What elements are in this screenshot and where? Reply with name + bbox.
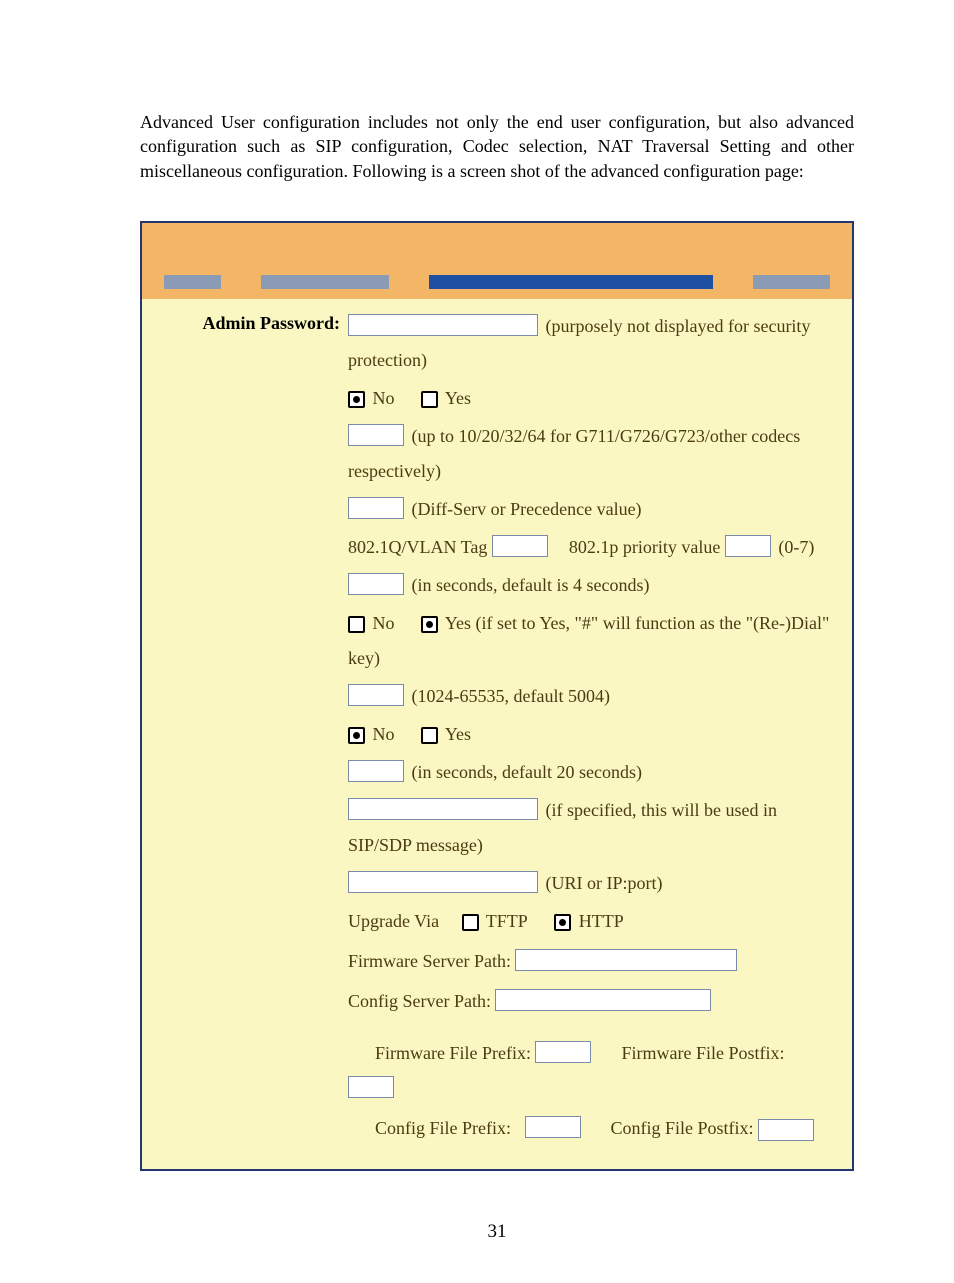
pound-no-label: No xyxy=(373,613,395,633)
tab-item-active[interactable] xyxy=(429,275,714,289)
radio-yes[interactable] xyxy=(421,391,438,408)
form-body: Admin Password: (purposely not displayed… xyxy=(142,299,852,1169)
upgrade-via-label: Upgrade Via xyxy=(348,911,439,931)
radio-yes-label: Yes xyxy=(445,388,471,408)
sip-sdp-input[interactable] xyxy=(348,798,538,820)
fw-server-label: Firmware Server Path: xyxy=(348,951,511,971)
tab-strip xyxy=(142,275,852,299)
radio-no[interactable] xyxy=(348,391,365,408)
cfg-postfix-input[interactable] xyxy=(758,1119,814,1141)
radio2-no[interactable] xyxy=(348,727,365,744)
radio-no-label: No xyxy=(373,388,395,408)
pound-radio-no[interactable] xyxy=(348,616,365,633)
vlan-tag-label: 802.1Q/VLAN Tag xyxy=(348,537,487,557)
tab-item[interactable] xyxy=(164,275,221,289)
diffserv-input[interactable] xyxy=(348,497,404,519)
intro-paragraph: Advanced User configuration includes not… xyxy=(140,110,854,183)
fw-postfix-input[interactable] xyxy=(348,1076,394,1098)
cfg-prefix-label: Config File Prefix: xyxy=(375,1118,511,1138)
cfg-server-input[interactable] xyxy=(495,989,711,1011)
vlan-priority-input[interactable] xyxy=(725,535,771,557)
upgrade-radio-tftp[interactable] xyxy=(462,914,479,931)
seconds20-input[interactable] xyxy=(348,760,404,782)
cfg-prefix-input[interactable] xyxy=(525,1116,581,1138)
fw-prefix-input[interactable] xyxy=(535,1041,591,1063)
vlan-tag-input[interactable] xyxy=(492,535,548,557)
rtp-port-input[interactable] xyxy=(348,684,404,706)
config-form-frame: Admin Password: (purposely not displayed… xyxy=(140,221,854,1171)
upgrade-radio-http[interactable] xyxy=(554,914,571,931)
vlan-range-note: (0-7) xyxy=(778,537,814,557)
tab-item[interactable] xyxy=(753,275,830,289)
admin-password-label: Admin Password: xyxy=(152,309,348,334)
tab-item[interactable] xyxy=(261,275,389,289)
frames-tx-note: (up to 10/20/32/64 for G711/G726/G723/ot… xyxy=(348,426,800,480)
radio2-yes[interactable] xyxy=(421,727,438,744)
rtp-port-note: (1024-65535, default 5004) xyxy=(412,686,610,706)
seconds4-note: (in seconds, default is 4 seconds) xyxy=(412,575,650,595)
diffserv-note: (Diff-Serv or Precedence value) xyxy=(412,499,642,519)
cfg-server-label: Config Server Path: xyxy=(348,991,491,1011)
fw-server-input[interactable] xyxy=(515,949,737,971)
upgrade-http-label: HTTP xyxy=(579,911,624,931)
vlan-priority-label: 802.1p priority value xyxy=(569,537,720,557)
fw-prefix-label: Firmware File Prefix: xyxy=(375,1043,531,1063)
admin-password-input[interactable] xyxy=(348,314,538,336)
cfg-postfix-label: Config File Postfix: xyxy=(611,1118,754,1138)
radio2-yes-label: Yes xyxy=(445,724,471,744)
radio2-no-label: No xyxy=(373,724,395,744)
frames-tx-input[interactable] xyxy=(348,424,404,446)
uri-note: (URI or IP:port) xyxy=(546,873,663,893)
uri-input[interactable] xyxy=(348,871,538,893)
seconds4-input[interactable] xyxy=(348,573,404,595)
fw-postfix-label: Firmware File Postfix: xyxy=(621,1043,784,1063)
upgrade-tftp-label: TFTP xyxy=(486,911,528,931)
pound-radio-yes[interactable] xyxy=(421,616,438,633)
form-header-spacer xyxy=(142,223,852,275)
page-number: 31 xyxy=(140,1221,854,1243)
seconds20-note: (in seconds, default 20 seconds) xyxy=(412,762,642,782)
